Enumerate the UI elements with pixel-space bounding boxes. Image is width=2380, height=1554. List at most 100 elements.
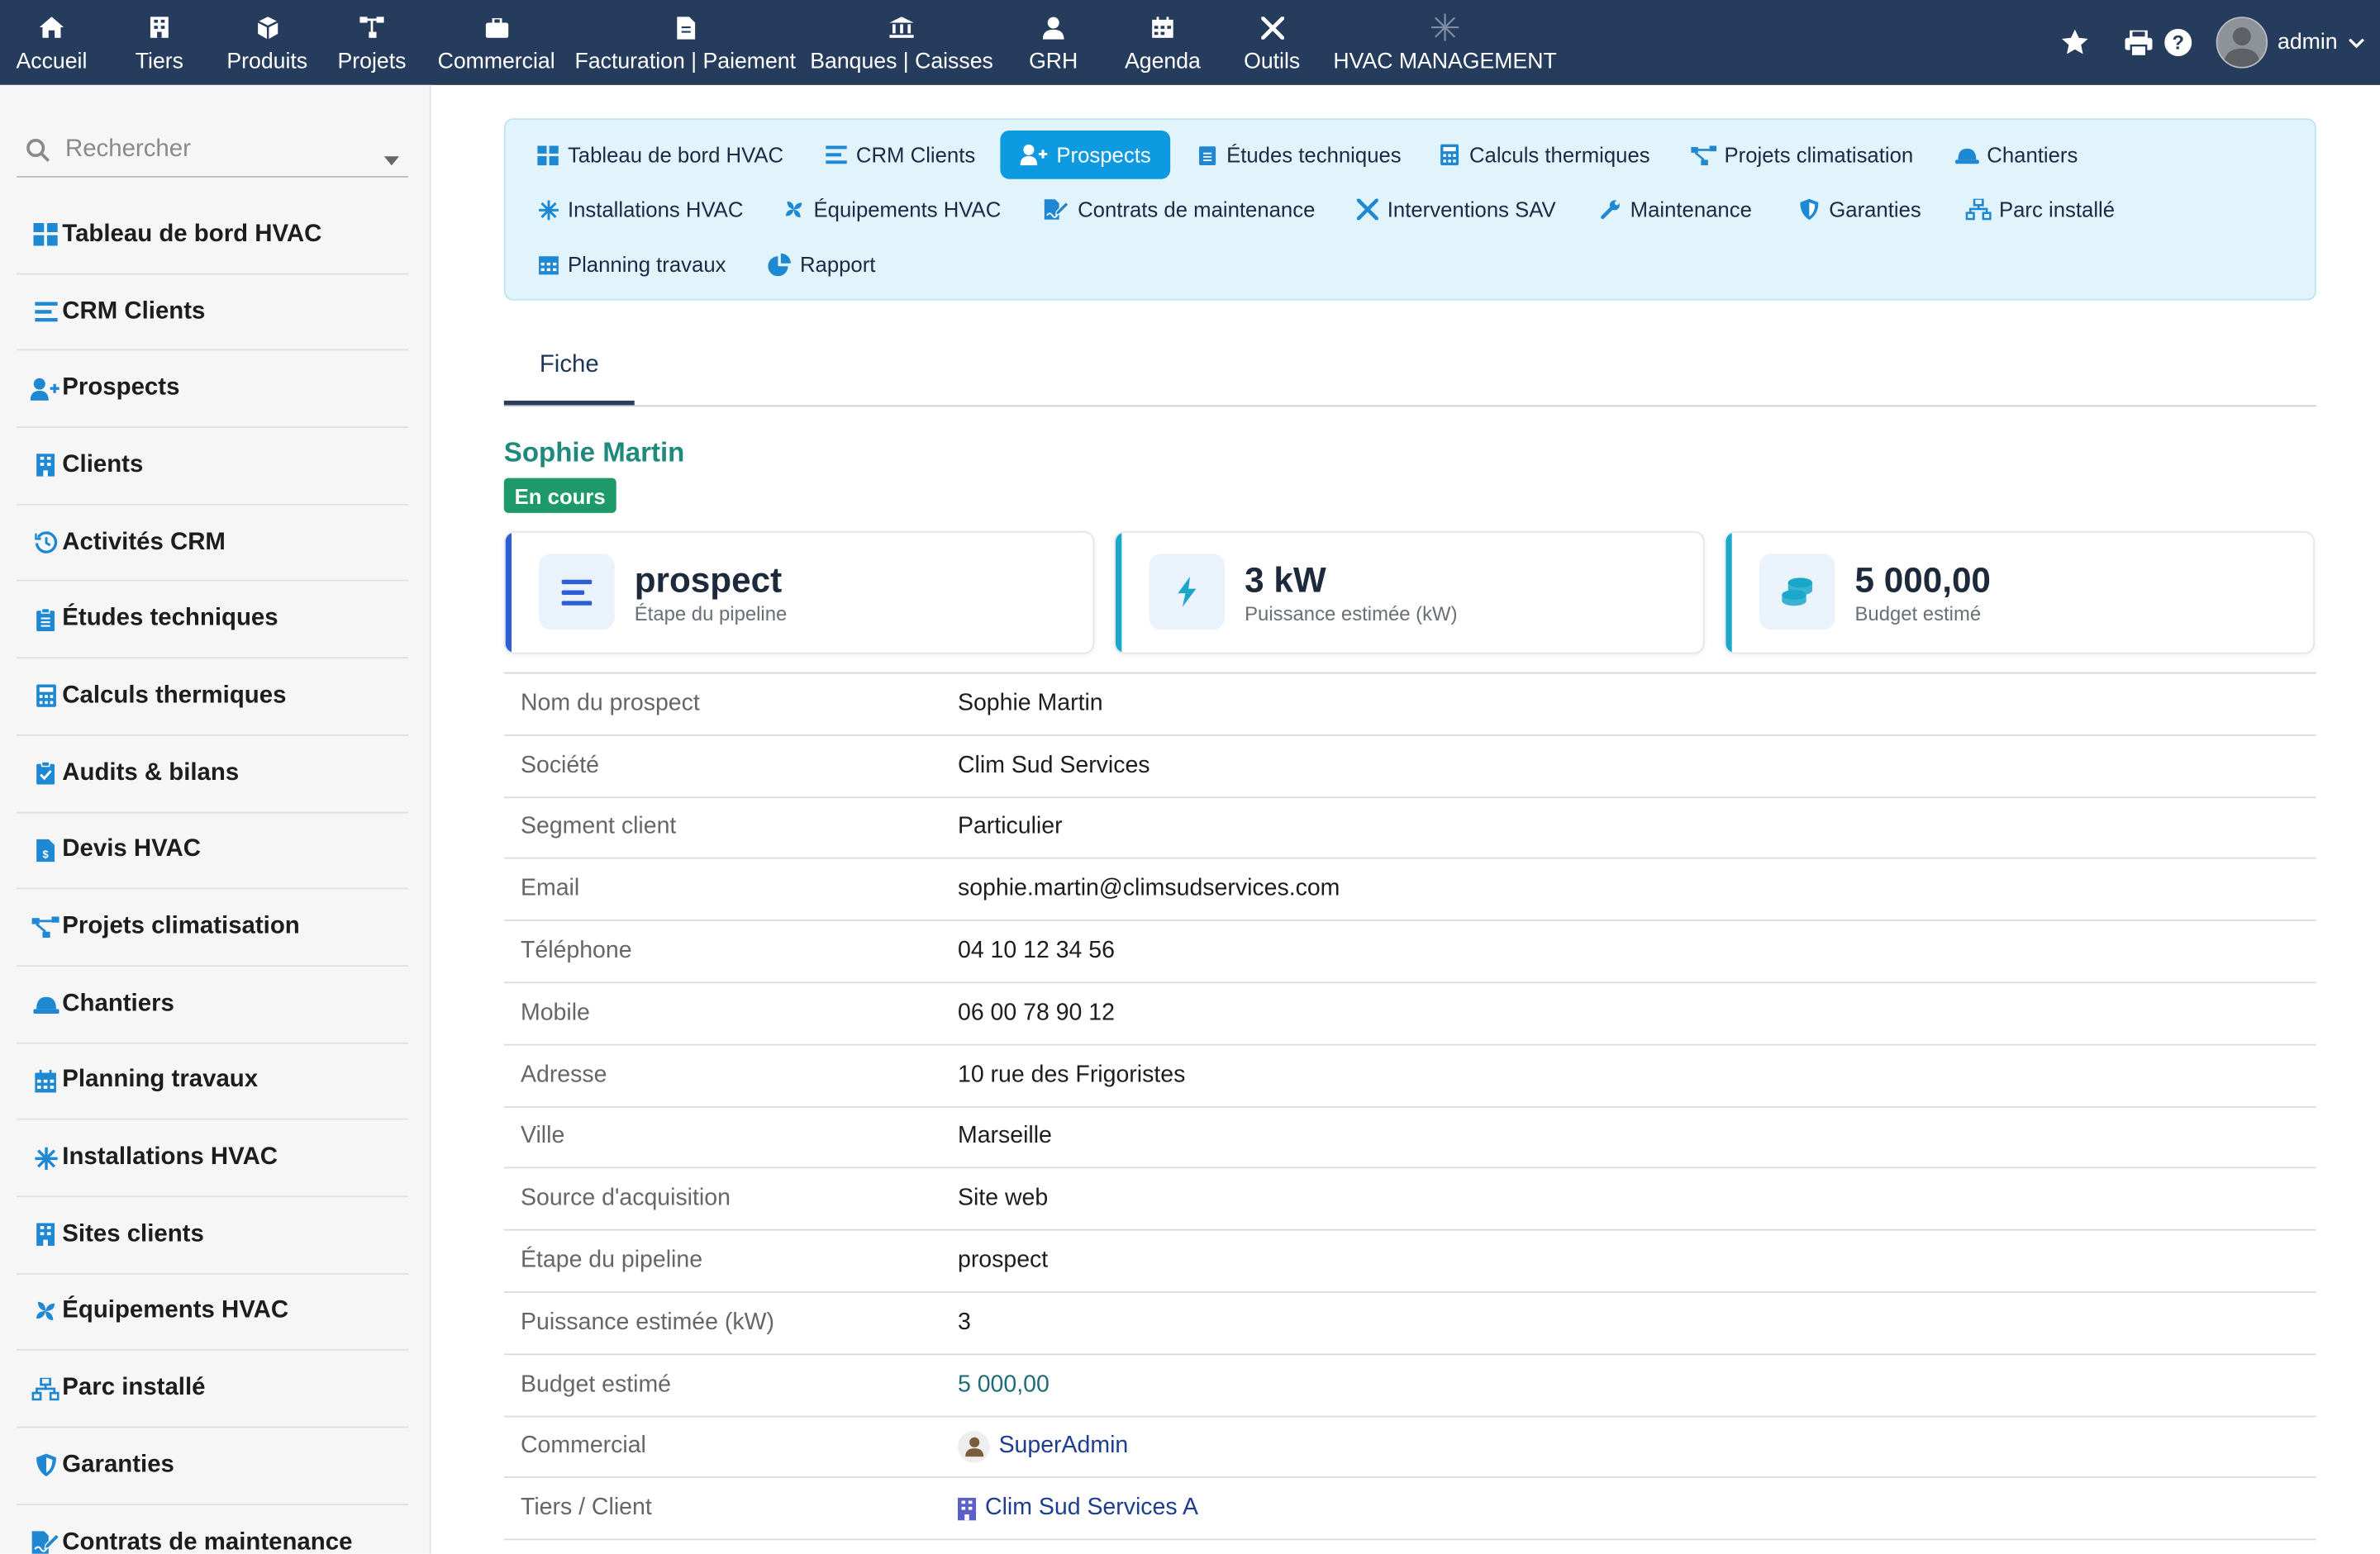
avatar[interactable] (2215, 17, 2268, 69)
hvac-menu-chantiers[interactable]: Chantiers (1955, 131, 2078, 179)
sidebar-item-parc-installe[interactable]: Parc installé (17, 1351, 409, 1428)
clipboard-icon (29, 603, 62, 636)
field-value: sophie.martin@climsudservices.com (957, 876, 1340, 902)
hvac-menu-contrats-de-maintenance[interactable]: Contrats de maintenance (1043, 185, 1315, 234)
sidebar-item-installations-hvac[interactable]: Installations HVAC (17, 1120, 409, 1198)
calculator-icon (29, 680, 62, 713)
field-label: Ville (521, 1124, 565, 1150)
tools-icon (1355, 197, 1379, 221)
hvac-menu-planning-travaux[interactable]: Planning travaux (536, 240, 726, 288)
hvac-menu-prospects[interactable]: Prospects (1000, 130, 1171, 179)
table-row: Email sophie.martin@climsudservices.com (503, 859, 2316, 922)
field-value: Particulier (957, 814, 1063, 840)
topnav-item-tiers[interactable]: Tiers (103, 0, 216, 85)
sidebar-item-clients[interactable]: Clients (17, 428, 409, 506)
card-accent (1726, 532, 1732, 653)
invoice-dollar-icon: $ (29, 834, 62, 867)
hard-hat-icon (1955, 143, 1979, 167)
topnav-item-agenda[interactable]: Agenda (1107, 0, 1219, 85)
topnav-item-banques[interactable]: Banques | Caisses (803, 0, 1001, 85)
hvac-menu-tableau-de-bord[interactable]: Tableau de bord HVAC (536, 131, 783, 179)
hvac-menu-maintenance[interactable]: Maintenance (1598, 185, 1752, 234)
sidebar-item-equipements-hvac[interactable]: Équipements HVAC (17, 1274, 409, 1352)
hvac-menu-interventions-sav[interactable]: Interventions SAV (1355, 185, 1556, 234)
topnav-item-produits[interactable]: Produits (216, 0, 319, 85)
hvac-menu-garanties[interactable]: Garanties (1797, 185, 1921, 234)
commercial-link[interactable]: SuperAdmin (957, 1430, 1129, 1463)
dashboard-grid-icon (536, 143, 559, 167)
sidebar-item-tableau-de-bord-hvac[interactable]: Tableau de bord HVAC (17, 197, 409, 274)
topnav-item-commercial[interactable]: Commercial (425, 0, 568, 85)
hvac-menu-rapport[interactable]: Rapport (765, 240, 875, 288)
card-accent (505, 532, 512, 653)
table-row: Mobile 06 00 78 90 12 (503, 983, 2316, 1046)
hvac-menu-crm-clients[interactable]: CRM Clients (824, 131, 975, 179)
help-icon[interactable]: ? (2161, 26, 2194, 59)
topnav-item-grh[interactable]: GRH (1000, 0, 1107, 85)
field-value: 10 rue des Frigoristes (957, 1062, 1186, 1088)
list-icon (539, 554, 615, 630)
field-value: 06 00 78 90 12 (957, 1000, 1115, 1026)
user-plus-icon (29, 372, 62, 405)
printer-icon[interactable] (2121, 26, 2154, 59)
star-icon[interactable] (2058, 26, 2091, 59)
building-icon (29, 449, 62, 482)
chevron-down-icon[interactable] (2347, 26, 2365, 59)
topnav-item-facturation[interactable]: Facturation | Paiement (568, 0, 803, 85)
field-label: Téléphone (521, 938, 632, 964)
sidebar-item-garanties[interactable]: Garanties (17, 1428, 409, 1505)
home-icon (38, 14, 65, 41)
calendar-icon (29, 1064, 62, 1097)
project-diagram-icon (1689, 143, 1716, 167)
tiers-client-link[interactable]: Clim Sud Services A (957, 1495, 1198, 1523)
tab-fiche[interactable]: Fiche (503, 330, 635, 406)
tiers-client-name[interactable]: Clim Sud Services A (985, 1495, 1198, 1523)
sidebar-item-prospects[interactable]: Prospects (17, 351, 409, 429)
network-icon (1964, 197, 1992, 221)
sidebar-item-crm-clients[interactable]: CRM Clients (17, 274, 409, 351)
table-row: Puissance estimée (kW) 3 (503, 1293, 2316, 1355)
table-row: Budget estimé 5 000,00 (503, 1355, 2316, 1417)
hvac-menu-projets-climatisation[interactable]: Projets climatisation (1689, 131, 1913, 179)
sidebar-item-chantiers[interactable]: Chantiers (17, 967, 409, 1043)
sidebar-search[interactable]: Rechercher (17, 125, 409, 178)
pie-chart-icon (765, 252, 793, 276)
caret-down-icon[interactable] (383, 145, 400, 173)
sidebar-item-etudes-techniques[interactable]: Études techniques (17, 582, 409, 659)
hvac-menu-installations-hvac[interactable]: Installations HVAC (536, 185, 743, 234)
field-value: Sophie Martin (957, 690, 1103, 716)
topnav-item-hvac-management[interactable]: HVAC MANAGEMENT (1325, 0, 1564, 85)
field-label: Nom du prospect (521, 690, 700, 716)
sidebar-item-activites-crm[interactable]: Activités CRM (17, 505, 409, 582)
topnav-item-projets[interactable]: Projets (319, 0, 426, 85)
topnav-item-outils[interactable]: Outils (1219, 0, 1326, 85)
card-label: Étape du pipeline (634, 602, 788, 625)
user-name[interactable]: admin (2278, 31, 2338, 55)
hvac-submenu-panel: Tableau de bord HVAC CRM Clients Prospec… (503, 118, 2316, 301)
sidebar: Rechercher Tableau de bord HVAC CRM Clie… (0, 84, 431, 1554)
record-title: Sophie Martin (503, 436, 685, 468)
kpi-card-estimated-power: 3 kW Puissance estimée (kW) (1114, 530, 1705, 654)
field-label: Société (521, 752, 599, 778)
calculator-icon (1437, 143, 1461, 167)
sidebar-item-audits-bilans[interactable]: Audits & bilans (17, 735, 409, 813)
sidebar-item-sites-clients[interactable]: Sites clients (17, 1197, 409, 1275)
sidebar-item-devis-hvac[interactable]: $ Devis HVAC (17, 813, 409, 890)
building-icon (29, 1218, 62, 1251)
topnav-item-accueil[interactable]: Accueil (0, 0, 103, 85)
table-row: Commercial SuperAdmin (503, 1417, 2316, 1479)
sidebar-item-planning-travaux[interactable]: Planning travaux (17, 1043, 409, 1120)
dashboard-grid-icon (29, 218, 62, 251)
top-right-tools: ? admin (2058, 0, 2380, 85)
search-input[interactable]: Rechercher (65, 136, 191, 164)
commercial-name[interactable]: SuperAdmin (999, 1433, 1129, 1461)
field-label: Budget estimé (521, 1371, 672, 1398)
sidebar-item-calculs-thermiques[interactable]: Calculs thermiques (17, 658, 409, 736)
field-label: Source d'acquisition (521, 1185, 731, 1212)
hvac-menu-etudes-techniques[interactable]: Études techniques (1195, 131, 1402, 179)
sidebar-item-projets-climatisation[interactable]: Projets climatisation (17, 890, 409, 967)
hvac-menu-equipements-hvac[interactable]: Équipements HVAC (782, 185, 1001, 234)
hvac-menu-parc-installe[interactable]: Parc installé (1964, 185, 2115, 234)
sidebar-item-contrats-de-maintenance[interactable]: Contrats de maintenance (17, 1504, 408, 1554)
hvac-menu-calculs-thermiques[interactable]: Calculs thermiques (1437, 131, 1650, 179)
